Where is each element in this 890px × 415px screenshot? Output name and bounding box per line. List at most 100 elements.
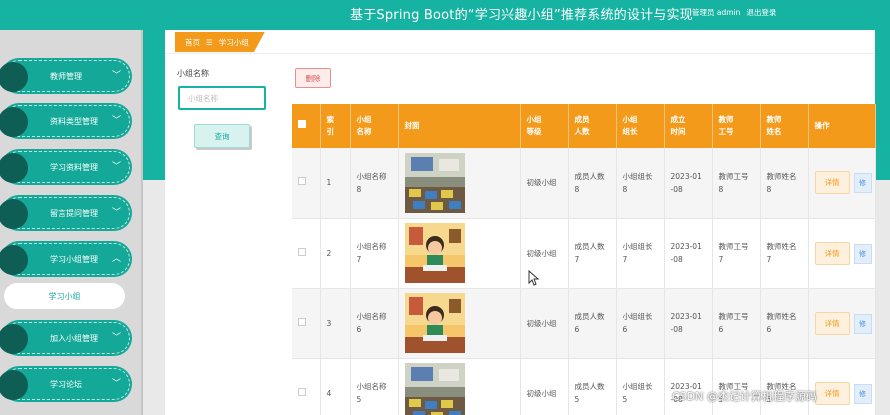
sidebar-item-material-type[interactable]: 资料类型管理 ﹀ [0,105,130,137]
sidebar-item-label: 学习论坛 [50,379,82,389]
cell-members: 成员人数 7 [568,218,617,289]
sidebar-item-label: 学习小组管理 [50,254,98,264]
data-table: 索引 小组 名称 封面 小组 等级 成员 人数 小组 组长 成立 时间 教师 工号 教师 姓名… [292,104,876,415]
sidebar-item-label: 教师管理 [50,71,82,81]
edit-button[interactable]: 修 [853,383,872,404]
sidebar: 教师管理 ﹀ 资料类型管理 ﹀ 学习资料管理 ﹀ 留言提问管理 ﹀ 学习小组管理… [0,30,143,415]
nav-circle-icon [0,370,28,400]
cell-members: 成员人数 6 [568,288,617,359]
checkbox[interactable] [298,120,306,128]
cell-teacher-id: 教师工号 5 [712,358,761,415]
app-title: 基于Spring Boot的“学习兴趣小组”推荐系统的设计与实现 [350,8,693,23]
chevron-down-icon: ﹀ [111,379,121,389]
chevron-down-icon: ﹀ [111,333,121,343]
query-button[interactable]: 查询 [194,124,250,148]
cell-index: 4 [320,358,351,415]
cell-leader: 小组组长 8 [616,148,665,219]
row-select-cell[interactable] [292,218,321,289]
row-select-cell[interactable] [292,358,321,415]
sidebar-item-message[interactable]: 留言提问管理 ﹀ [0,197,130,229]
column-header: 小组 组长 [616,104,665,148]
chevron-down-icon: ﹀ [111,162,121,172]
cell-actions: 详情修 [808,358,876,415]
detail-button[interactable]: 详情 [814,381,850,405]
column-header: 封面 [398,104,521,148]
watermark: CSDN @杰记计算机程序源码 [672,390,817,403]
cell-teacher-name: 教师姓名 6 [760,288,809,359]
table-row[interactable]: 4 小组名称 5 初级小组 成员人数 5 小组组长 5 2023-01 -08 教师工号 5 教师姓名 5… [292,358,876,415]
breadcrumb-current: 学习小组 [218,37,249,47]
breadcrumb-bar: 首页 ☰ 学习小组 [165,30,875,54]
column-header: 教师 工号 [712,104,761,148]
cell-cover [398,148,521,219]
sidebar-subitem-group[interactable]: 学习小组 [4,283,125,309]
cell-group-name: 小组名称 6 [350,288,399,359]
chevron-down-icon: ﹀ [111,208,121,218]
cell-group-name: 小组名称 8 [350,148,399,219]
checkbox[interactable] [298,247,306,256]
chevron-up-icon: ︿ [111,254,121,264]
cell-actions: 详情修 [808,288,876,359]
search-label: 小组名称 [177,69,209,78]
sidebar-item-label: 留言提问管理 [50,208,98,218]
edit-button[interactable]: 修 [853,243,872,264]
logout-link[interactable]: 退出登录 [746,8,776,17]
nav-circle-icon [0,107,28,137]
cell-teacher-id: 教师工号 6 [712,288,761,359]
chevron-down-icon: ﹀ [111,71,121,81]
cell-teacher-id: 教师工号 7 [712,218,761,289]
detail-button[interactable]: 详情 [814,171,850,195]
cell-actions: 详情修 [808,218,876,289]
chevron-down-icon: ﹀ [111,116,121,126]
table-row[interactable]: 3 小组名称 6 初级小组 成员人数 6 小组组长 6 2023-01 -08 教师工号 6 教师姓名 6… [292,288,876,359]
breadcrumb: 首页 ☰ 学习小组 [175,32,265,52]
cell-members: 成员人数 8 [568,148,617,219]
column-header: 成员 人数 [568,104,617,148]
breadcrumb-home[interactable]: 首页 [185,37,200,48]
sidebar-item-label: 学习资料管理 [50,162,98,172]
cell-teacher-name: 教师姓名 7 [760,218,809,289]
cell-leader: 小组组长 7 [616,218,665,289]
table-row[interactable]: 1 小组名称 8 初级小组 成员人数 8 小组组长 8 2023-01 -08 教师工号 8 教师姓名 8… [292,148,876,219]
cell-leader: 小组组长 6 [616,288,665,359]
cell-actions: 详情修 [808,148,876,219]
row-select-cell[interactable] [292,288,321,359]
cell-group-name: 小组名称 7 [350,218,399,289]
nav-circle-icon [0,153,28,183]
sidebar-item-teacher[interactable]: 教师管理 ﹀ [0,60,130,92]
edit-button[interactable]: 修 [853,313,872,334]
sidebar-item-join[interactable]: 加入小组管理 ﹀ [0,322,130,354]
delete-button[interactable]: 删除 [295,68,331,88]
cell-index: 1 [320,148,351,219]
column-header: 小组 等级 [520,104,569,148]
sidebar-item-label: 加入小组管理 [50,333,98,343]
cell-cover [398,288,521,359]
sidebar-item-forum[interactable]: 学习论坛 ﹀ [0,368,130,400]
cell-level: 初级小组 [520,148,569,219]
checkbox[interactable] [298,177,306,186]
row-select-cell[interactable] [292,148,321,219]
detail-button[interactable]: 详情 [814,241,850,265]
cell-level: 初级小组 [520,358,569,415]
nav-circle-icon [0,324,28,354]
column-header: 成立 时间 [664,104,713,148]
detail-button[interactable]: 详情 [814,311,850,335]
nav-circle-icon [0,245,28,275]
nav-circle-icon [0,62,28,92]
cell-teacher-id: 教师工号 8 [712,148,761,219]
checkbox[interactable] [298,317,306,326]
main-panel: 首页 ☰ 学习小组 小组名称 查询 删除 索引 小组名称 封面 小组等级 成员人… [165,30,876,415]
table-header-row: 索引 小组 名称 封面 小组 等级 成员 人数 小组 组长 成立 时间 教师 工号 教师 姓名… [292,104,876,148]
edit-button[interactable]: 修 [853,173,872,194]
sidebar-item-group[interactable]: 学习小组管理 ︿ [0,243,130,275]
user-bar: 管理员 admin 退出登录 [692,7,782,18]
cell-leader: 小组组长 5 [616,358,665,415]
checkbox[interactable] [298,387,306,396]
table-row[interactable]: 2 小组名称 7 初级小组 成员人数 7 小组组长 7 2023-01 -08 教师工号 7 教师姓名 7… [292,218,876,289]
cell-cover [398,218,521,289]
sidebar-item-material[interactable]: 学习资料管理 ﹀ [0,151,130,183]
column-header: 索引 [320,104,351,148]
header-select-all[interactable] [292,104,321,148]
cell-members: 成员人数 5 [568,358,617,415]
group-name-input[interactable] [178,86,266,110]
